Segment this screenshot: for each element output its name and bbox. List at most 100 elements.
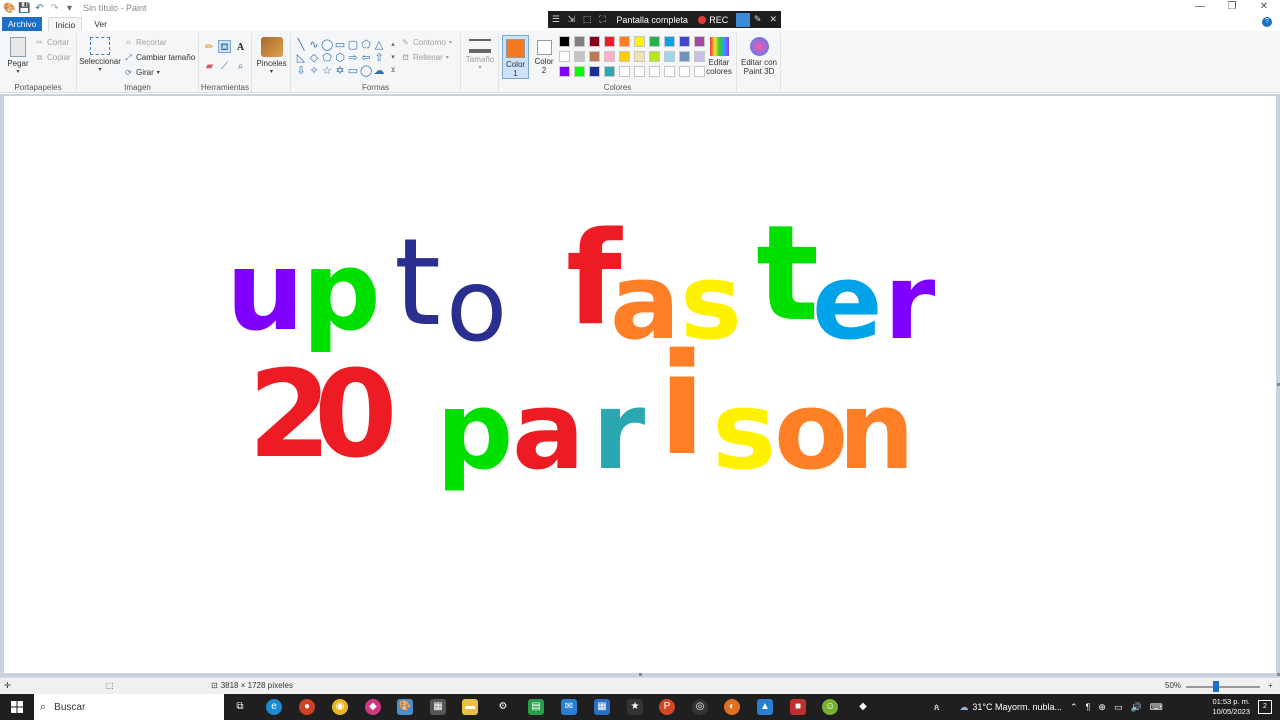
shapes-scroll-icon[interactable]: ▴ bbox=[387, 39, 399, 51]
fill-button[interactable]: ⛾ Rellenar ▾ bbox=[401, 53, 449, 62]
color2-button[interactable]: Color 2 bbox=[531, 35, 557, 75]
tray-chevron-icon[interactable]: ⌃ bbox=[1070, 702, 1078, 713]
palette-swatch[interactable] bbox=[634, 66, 645, 77]
eraser-icon[interactable]: ▰ bbox=[203, 60, 216, 73]
palette-swatch[interactable] bbox=[559, 66, 570, 77]
magnifier-icon[interactable]: ⌕ bbox=[234, 60, 247, 73]
calculator-icon[interactable]: ▦ bbox=[430, 699, 446, 715]
palette-swatch[interactable] bbox=[664, 66, 675, 77]
color1-button[interactable]: Color 1 bbox=[502, 35, 529, 79]
shape-curve-icon[interactable]: ∿ bbox=[308, 39, 320, 51]
file-explorer-icon[interactable]: ▬ bbox=[462, 699, 478, 715]
size-button[interactable]: Tamaño ▾ bbox=[464, 39, 496, 73]
paint3d-taskbar-icon[interactable]: ◆ bbox=[365, 699, 381, 715]
shape-callout-rect-icon[interactable]: ▭ bbox=[347, 65, 359, 77]
text-icon[interactable]: A bbox=[234, 41, 247, 54]
quick-access-dropdown-icon[interactable]: ▾ bbox=[64, 3, 75, 14]
shape-arrow-left-icon[interactable]: ⇦ bbox=[360, 52, 372, 64]
zoom-slider[interactable] bbox=[1186, 686, 1260, 688]
outline-button[interactable]: ✎ Contorno ▾ bbox=[401, 38, 452, 47]
palette-swatch[interactable] bbox=[589, 66, 600, 77]
calendar-icon[interactable]: ▦ bbox=[594, 699, 610, 715]
canvas-resize-handle-bottom[interactable] bbox=[639, 673, 642, 676]
select-button[interactable]: Seleccionar ▾ bbox=[79, 37, 121, 75]
app-red-icon[interactable]: ■ bbox=[790, 699, 806, 715]
close-button[interactable]: ✕ bbox=[1248, 0, 1280, 16]
palette-swatch[interactable] bbox=[574, 36, 585, 47]
photos-icon[interactable]: ▲ bbox=[757, 699, 773, 715]
shape-star4-icon[interactable]: ✧ bbox=[308, 65, 320, 77]
shape-rounded-rect-icon[interactable]: ▢ bbox=[347, 39, 359, 51]
undo-icon[interactable]: ↶ bbox=[34, 3, 45, 14]
palette-swatch[interactable] bbox=[619, 51, 630, 62]
chrome-icon[interactable]: ◉ bbox=[332, 699, 348, 715]
app-dark-icon[interactable]: ◆ bbox=[855, 699, 871, 715]
help-icon[interactable]: ? bbox=[1262, 17, 1272, 27]
shape-callout-oval-icon[interactable]: ◯ bbox=[360, 65, 372, 77]
mail-icon[interactable]: ✉ bbox=[561, 699, 577, 715]
shape-arrow-right-icon[interactable]: ⇨ bbox=[347, 52, 359, 64]
palette-swatch[interactable] bbox=[619, 66, 630, 77]
shapes-scroll-down-icon[interactable]: ▾ bbox=[387, 52, 399, 64]
palette-swatch[interactable] bbox=[604, 36, 615, 47]
shape-diamond-icon[interactable]: ◇ bbox=[308, 52, 320, 64]
network-icon[interactable]: ⊕ bbox=[1098, 702, 1106, 713]
ime-icon[interactable]: ¶ bbox=[1086, 702, 1091, 712]
tab-ver[interactable]: Ver bbox=[88, 17, 113, 31]
shape-callout-cloud-icon[interactable]: ☁ bbox=[373, 65, 385, 77]
paint-taskbar-icon[interactable]: 🎨 bbox=[397, 699, 413, 715]
zoom-slider-thumb[interactable] bbox=[1213, 681, 1219, 692]
palette-swatch[interactable] bbox=[649, 51, 660, 62]
palette-swatch[interactable] bbox=[679, 36, 690, 47]
volume-icon[interactable]: 🔊 bbox=[1130, 702, 1141, 713]
palette-swatch[interactable] bbox=[559, 51, 570, 62]
crop-button[interactable]: ⌗ Recortar bbox=[124, 38, 166, 47]
settings-icon[interactable]: ⚙ bbox=[495, 699, 511, 715]
shape-hexagon-icon[interactable]: ⬡ bbox=[334, 52, 346, 64]
shape-rectangle-icon[interactable]: ▭ bbox=[334, 39, 346, 51]
tab-inicio[interactable]: Inicio bbox=[48, 17, 83, 31]
palette-swatch[interactable] bbox=[604, 51, 615, 62]
keyboard-icon[interactable]: ⌨ bbox=[1150, 702, 1163, 713]
brushes-button[interactable]: Pinceles ▾ bbox=[255, 37, 288, 77]
clock[interactable]: 01:53 p. m. 10/05/2023 bbox=[1212, 697, 1250, 717]
palette-swatch[interactable] bbox=[664, 51, 675, 62]
palette-swatch[interactable] bbox=[679, 51, 690, 62]
drawing-canvas[interactable]: uptofaster 20parison bbox=[4, 96, 1276, 673]
palette-swatch[interactable] bbox=[559, 36, 570, 47]
palette-swatch[interactable] bbox=[604, 66, 615, 77]
palette-swatch[interactable] bbox=[649, 36, 660, 47]
shape-arrow-down-icon[interactable]: ⇩ bbox=[295, 65, 307, 77]
cut-button[interactable]: ✂ Cortar bbox=[35, 38, 69, 47]
palette-swatch[interactable] bbox=[619, 36, 630, 47]
zoom-in-button[interactable]: + bbox=[1268, 681, 1273, 690]
shape-star6-icon[interactable]: ✡ bbox=[334, 65, 346, 77]
palette-swatch[interactable] bbox=[679, 66, 690, 77]
shape-line-icon[interactable]: ╲ bbox=[295, 39, 307, 51]
palette-swatch[interactable] bbox=[574, 51, 585, 62]
maximize-button[interactable]: ❐ bbox=[1216, 0, 1248, 16]
shape-right-triangle-icon[interactable]: ◺ bbox=[295, 52, 307, 64]
shape-oval-icon[interactable]: ◯ bbox=[321, 39, 333, 51]
shape-triangle-icon[interactable]: △ bbox=[373, 39, 385, 51]
powerpoint-icon[interactable]: P bbox=[659, 699, 675, 715]
task-view-icon[interactable]: ⧉ bbox=[232, 699, 248, 715]
palette-swatch[interactable] bbox=[664, 36, 675, 47]
save-icon[interactable]: 💾 bbox=[18, 3, 30, 14]
taskbar-search[interactable]: ⌕ Buscar bbox=[34, 694, 224, 720]
shape-arrow-up-icon[interactable]: ⇧ bbox=[373, 52, 385, 64]
shape-polygon-icon[interactable]: ⬠ bbox=[360, 39, 372, 51]
edit-paint3d-button[interactable]: Editar con Paint 3D bbox=[739, 37, 779, 76]
color-picker-icon[interactable]: ⟋ bbox=[218, 60, 231, 73]
edit-colors-button[interactable]: Editar colores bbox=[703, 37, 735, 76]
app-orange-icon[interactable]: ◐ bbox=[724, 699, 740, 715]
paste-button[interactable]: Pegar ▾ bbox=[4, 37, 32, 77]
palette-swatch[interactable] bbox=[634, 36, 645, 47]
edge-icon[interactable]: e bbox=[266, 699, 282, 715]
tab-archivo[interactable]: Archivo bbox=[2, 17, 43, 31]
shapes-more-icon[interactable]: ⊻ bbox=[387, 65, 399, 77]
fill-bucket-icon[interactable]: ⛾ bbox=[218, 40, 231, 53]
rotate-button[interactable]: ⟳ Girar ▾ bbox=[124, 68, 160, 77]
shape-pentagon-icon[interactable]: ⬠ bbox=[321, 52, 333, 64]
weather-text[interactable]: 31°C Mayorm. nubla... bbox=[972, 702, 1062, 712]
